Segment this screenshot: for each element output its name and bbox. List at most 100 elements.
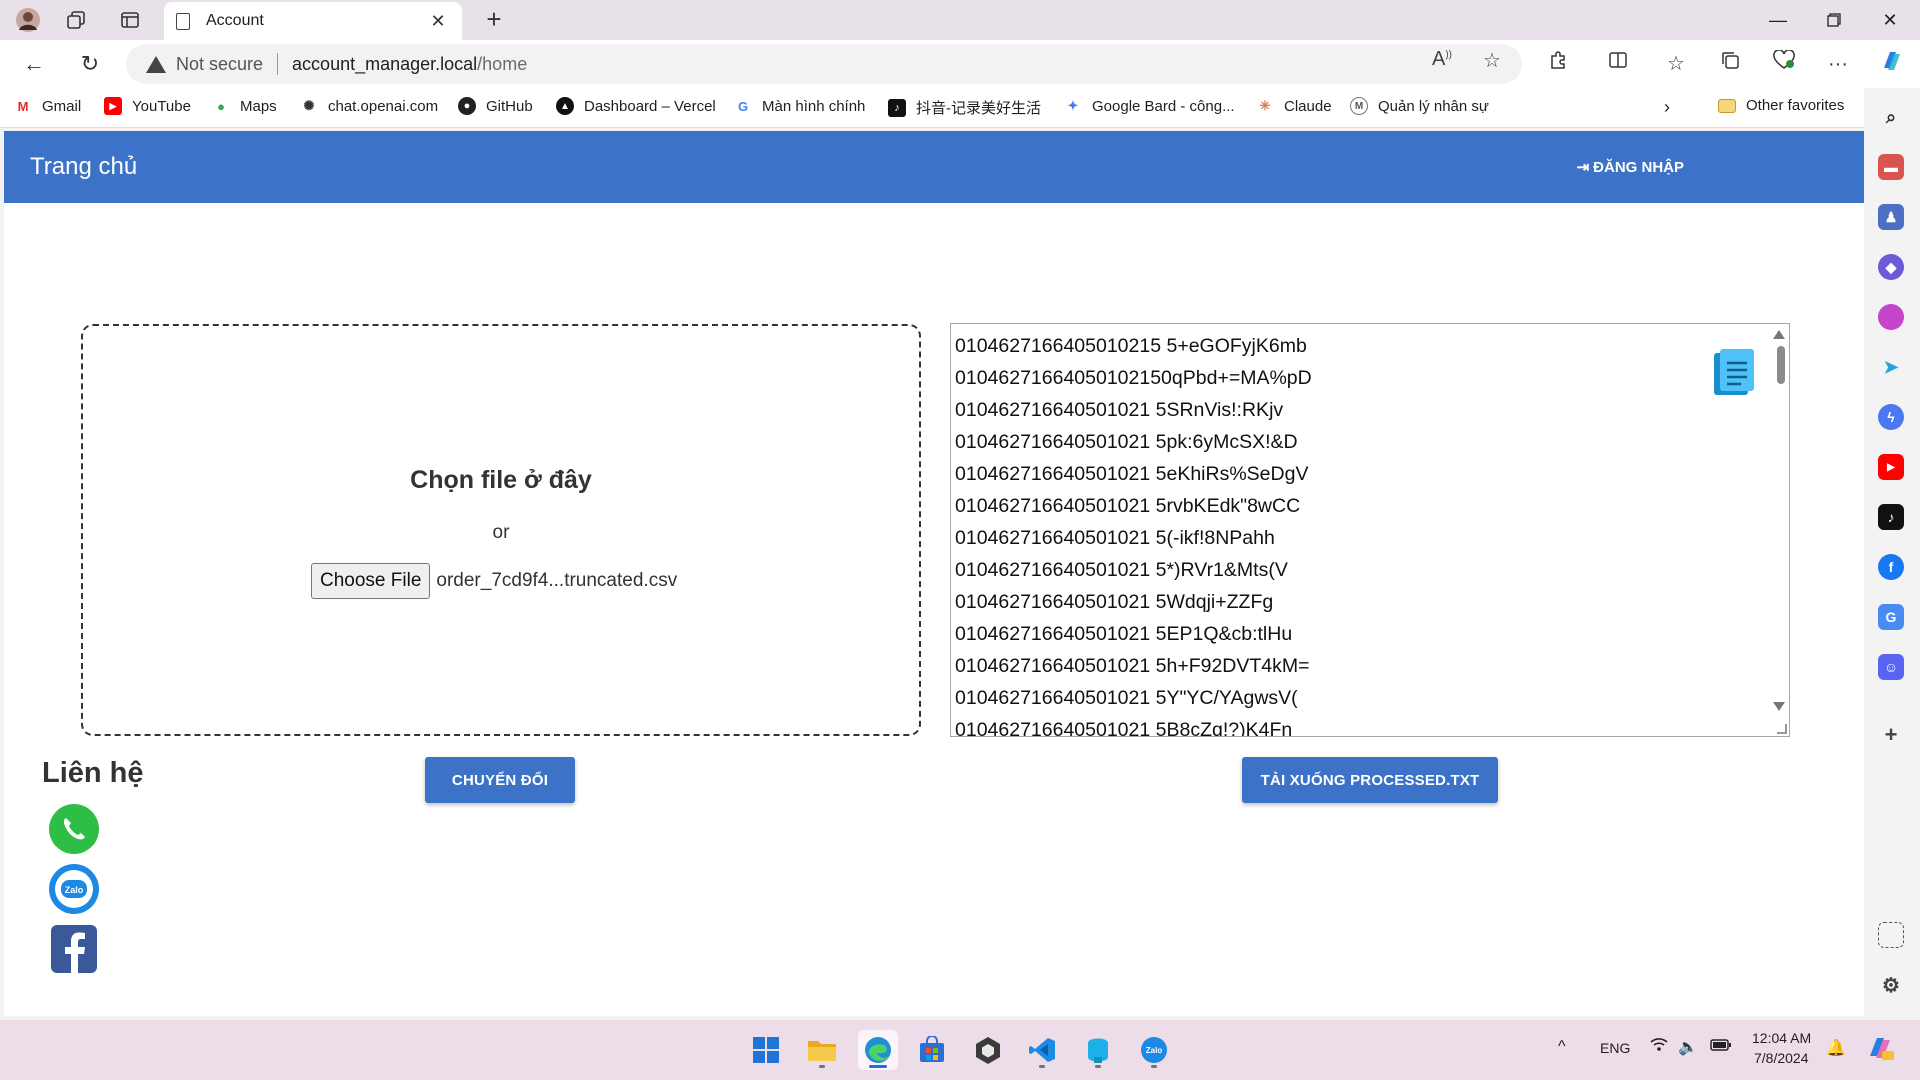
screenshot-icon[interactable] [1878, 922, 1904, 948]
output-textarea[interactable]: 0104627166405010215 5+eGOFyjK6mb 0104627… [950, 323, 1790, 737]
volume-icon[interactable]: 🔈 [1678, 1037, 1698, 1057]
favorites-icon[interactable]: ☆ [1660, 48, 1692, 80]
favorite-github[interactable]: ● GitHub [458, 97, 533, 115]
games-icon[interactable]: ♟ [1878, 204, 1904, 230]
choose-file-button[interactable]: Choose File [311, 563, 431, 599]
download-processed-button[interactable]: TẢI XUỐNG PROCESSED.TXT [1242, 757, 1498, 803]
split-screen-icon[interactable] [1602, 48, 1634, 80]
login-link[interactable]: ⇥ ĐĂNG NHẬP [1577, 158, 1684, 177]
brand-link[interactable]: Trang chủ [30, 153, 137, 181]
facebook-icon[interactable] [48, 923, 100, 975]
login-label: ĐĂNG NHẬP [1593, 158, 1684, 176]
favorite-star-icon[interactable]: ☆ [1478, 48, 1506, 73]
clock-date[interactable]: 7/8/2024 [1754, 1050, 1809, 1066]
favorite-label: chat.openai.com [328, 97, 439, 115]
selected-file-name: order_7cd9f4...truncated.csv [436, 570, 678, 591]
battery-icon[interactable] [1710, 1038, 1732, 1055]
favorite-chatgpt[interactable]: ✺ chat.openai.com [300, 97, 439, 115]
facebook-sidebar-icon[interactable]: f [1878, 554, 1904, 580]
favorite-maps[interactable]: ● Maps [212, 97, 277, 115]
active-indicator [869, 1065, 887, 1068]
url-host[interactable]: account_manager.local [292, 54, 477, 75]
youtube-sidebar-icon[interactable]: ▶ [1878, 454, 1904, 480]
phone-icon[interactable] [48, 803, 100, 855]
unity-hub-icon[interactable] [968, 1030, 1008, 1070]
output-line: 010462716640501021 5pk:6yMcSX!&D [955, 431, 1298, 453]
running-indicator [1039, 1065, 1045, 1068]
minimize-button[interactable]: — [1756, 4, 1800, 36]
convert-button[interactable]: CHUYỂN ĐỔI [425, 757, 575, 803]
copilot-taskbar-icon[interactable] [1866, 1034, 1894, 1065]
refresh-button[interactable]: ↻ [74, 48, 106, 80]
workspaces-icon[interactable] [62, 6, 90, 34]
favorite-vercel[interactable]: ▲ Dashboard – Vercel [556, 97, 716, 115]
microsoft-store-icon[interactable] [912, 1030, 952, 1070]
favorite-claude[interactable]: ✳ Claude [1256, 97, 1332, 115]
copilot-icon[interactable] [1876, 48, 1908, 80]
zalo-icon[interactable]: Zalo [48, 863, 100, 915]
favorite-hr[interactable]: M Quản lý nhân sự [1350, 97, 1489, 115]
back-button[interactable]: ← [18, 48, 50, 80]
other-favorites-label: Other favorites [1746, 97, 1845, 114]
wifi-icon[interactable] [1650, 1036, 1668, 1055]
favorite-label: Google Bard - công... [1092, 97, 1235, 115]
messenger-icon[interactable]: ϟ [1878, 404, 1904, 430]
notification-bell-icon[interactable]: 🔔 [1826, 1038, 1846, 1058]
language-indicator[interactable]: ENG [1600, 1040, 1630, 1056]
resize-handle[interactable] [1777, 724, 1787, 734]
microsoft365-icon[interactable]: ◆ [1878, 254, 1904, 280]
address-separator [277, 53, 279, 75]
telegram-icon[interactable]: ➤ [1878, 354, 1904, 380]
tiktok-sidebar-icon[interactable]: ♪ [1878, 504, 1904, 530]
google-icon: G [737, 98, 749, 114]
add-sidebar-app-icon[interactable]: + [1878, 722, 1904, 748]
translate-icon[interactable]: G [1878, 604, 1904, 630]
new-tab-button[interactable]: + [478, 4, 510, 36]
favorite-douyin[interactable]: ♪ 抖音-记录美好生活 [888, 97, 1041, 118]
file-explorer-icon[interactable] [802, 1030, 842, 1070]
search-icon[interactable]: ⌕ [1878, 104, 1904, 130]
favorite-gmail[interactable]: M Gmail [14, 97, 82, 115]
profile-avatar[interactable] [14, 6, 42, 34]
close-window-button[interactable]: ✕ [1868, 4, 1912, 36]
favorites-overflow-icon[interactable]: › [1664, 97, 1670, 118]
scroll-thumb[interactable] [1777, 346, 1785, 384]
edge-taskbar-icon[interactable] [858, 1030, 898, 1070]
favorite-youtube[interactable]: ▶ YouTube [104, 97, 191, 115]
tools-icon[interactable]: ▬ [1878, 154, 1904, 180]
url-path[interactable]: /home [477, 54, 527, 75]
tabby-icon[interactable] [1078, 1030, 1118, 1070]
security-label[interactable]: Not secure [176, 54, 263, 75]
collections-icon[interactable] [1714, 48, 1746, 80]
close-tab-icon[interactable]: ✕ [426, 11, 450, 32]
favorite-bard[interactable]: ✦ Google Bard - công... [1064, 97, 1235, 115]
other-favorites[interactable]: Other favorites [1718, 97, 1844, 114]
discord-icon[interactable]: ☺ [1878, 654, 1904, 680]
tray-overflow-icon[interactable]: ^ [1558, 1038, 1566, 1056]
vercel-icon: ▲ [556, 97, 574, 115]
more-menu-icon[interactable]: ··· [1822, 48, 1854, 80]
output-scrollbar[interactable] [1772, 324, 1789, 736]
start-button[interactable] [746, 1030, 786, 1070]
browser-essentials-icon[interactable] [1768, 48, 1800, 80]
restore-button[interactable] [1812, 4, 1856, 36]
zalo-taskbar-icon[interactable]: Zalo [1134, 1030, 1174, 1070]
file-input[interactable]: Choose File order_7cd9f4...truncated.csv [311, 563, 677, 599]
scroll-down-arrow[interactable] [1773, 702, 1785, 711]
tab-actions-icon[interactable] [116, 6, 144, 34]
extensions-icon[interactable] [1542, 48, 1574, 80]
designer-icon[interactable] [1878, 304, 1904, 330]
warning-icon[interactable] [146, 55, 166, 73]
copy-document-icon[interactable] [1714, 347, 1756, 397]
read-aloud-icon[interactable]: A)) [1428, 48, 1456, 71]
file-dropzone[interactable]: Chọn file ở đây or Choose File order_7cd… [81, 324, 921, 736]
scroll-up-arrow[interactable] [1773, 330, 1785, 339]
tiktok-icon: ♪ [888, 98, 906, 117]
clock-time[interactable]: 12:04 AM [1752, 1030, 1811, 1046]
favorite-home-screen[interactable]: G Màn hình chính [734, 97, 865, 115]
address-bar[interactable]: Not secure account_manager.local /home [126, 44, 1522, 84]
vscode-icon[interactable] [1022, 1030, 1062, 1070]
page-icon [176, 12, 190, 30]
settings-icon[interactable]: ⚙ [1878, 972, 1904, 998]
tab-account[interactable]: Account ✕ [164, 2, 462, 40]
